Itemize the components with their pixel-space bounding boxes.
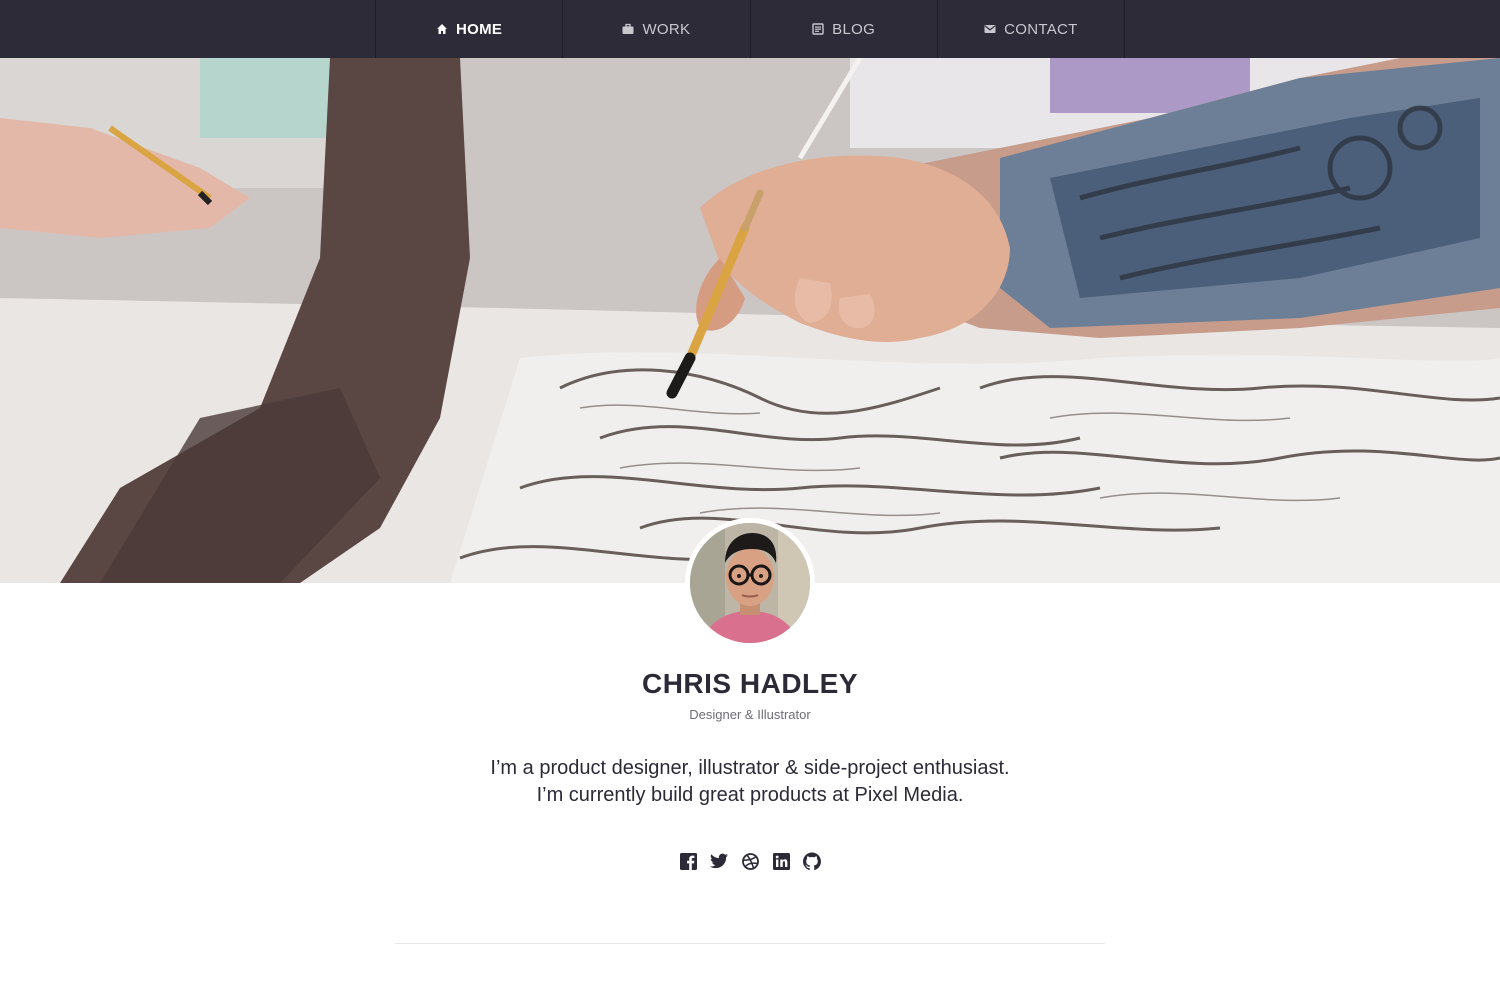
social-links [0,851,1500,871]
avatar-portrait [690,523,810,643]
linkedin-icon[interactable] [772,851,790,871]
nav-item-work[interactable]: WORK [563,0,751,58]
facebook-icon[interactable] [679,851,697,871]
profile-bio: I’m a product designer, illustrator & si… [0,755,1500,809]
avatar [685,518,815,648]
hero-illustration [0,58,1500,583]
nav-label-contact: CONTACT [1004,20,1078,38]
profile-role: Designer & Illustrator [689,707,811,722]
nav-label-blog: BLOG [832,20,876,38]
nav-item-blog[interactable]: BLOG [751,0,938,58]
nav-item-home[interactable]: HOME [376,0,564,58]
nav-label-home: HOME [456,20,503,38]
divider [395,943,1105,944]
top-navigation: HOME WORK BLOG CONTACT [0,0,1500,58]
github-icon[interactable] [803,851,821,871]
blog-icon [812,23,824,35]
nav-menu: HOME WORK BLOG CONTACT [375,0,1125,58]
briefcase-icon [622,23,634,34]
dribbble-icon[interactable] [741,851,759,871]
twitter-icon[interactable] [710,851,728,871]
hero-image [0,58,1500,583]
bio-line-1: I’m a product designer, illustrator & si… [490,757,1010,779]
avatar-photo [690,523,810,643]
nav-label-work: WORK [642,20,691,38]
profile-name: CHRIS HADLEY [641,668,858,699]
home-icon [437,24,448,34]
mail-icon [984,25,996,33]
bio-line-2: I’m currently build great products at Pi… [536,784,964,806]
nav-item-contact[interactable]: CONTACT [938,0,1125,58]
